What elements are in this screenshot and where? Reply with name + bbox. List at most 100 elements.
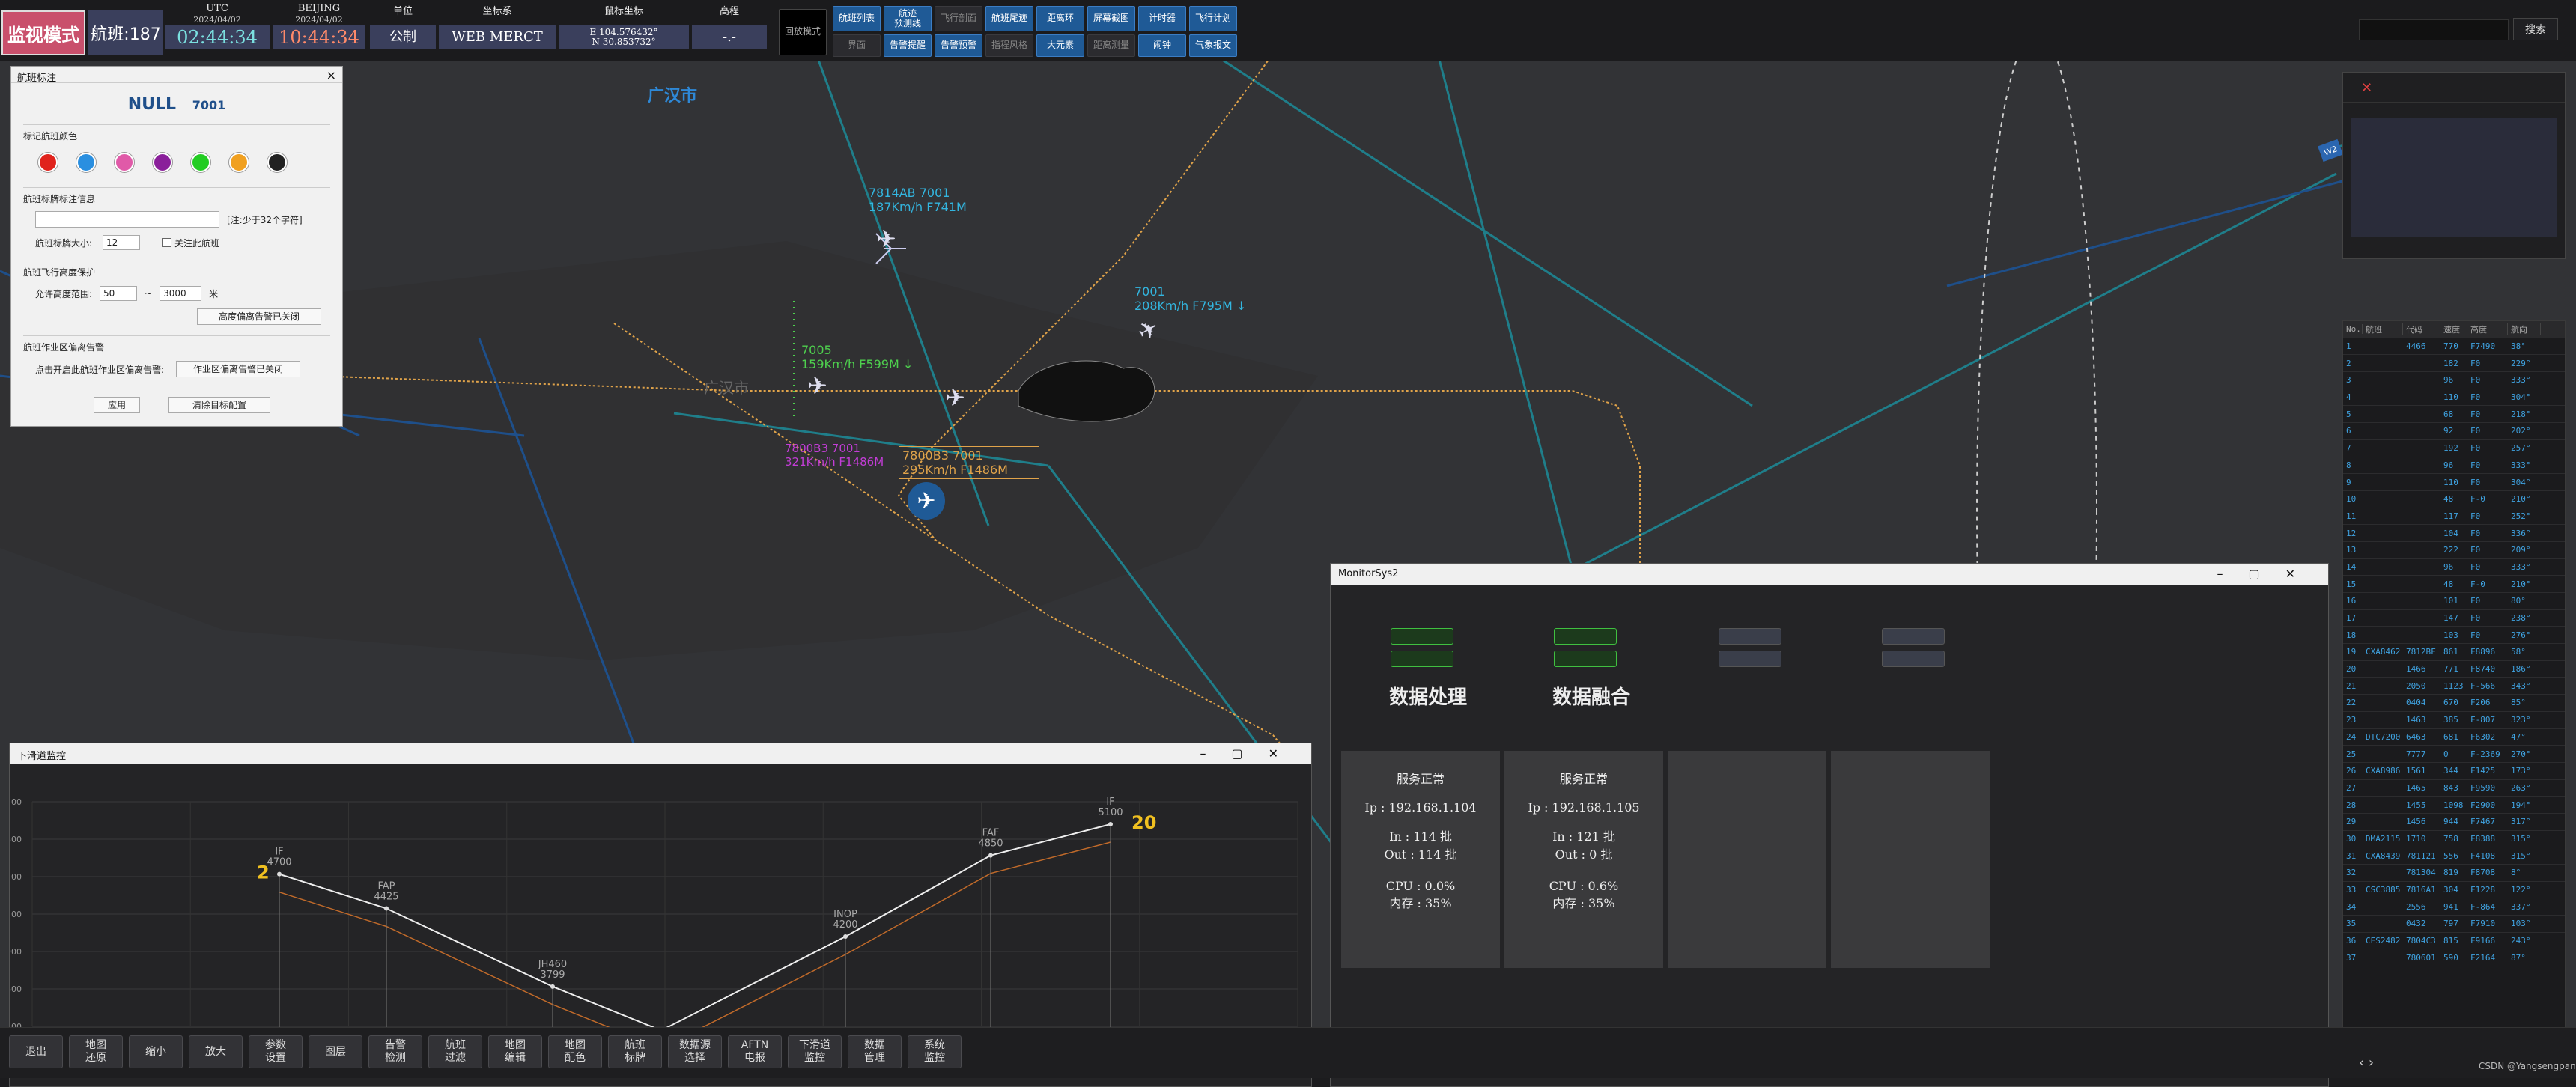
list-row[interactable]: 10 48 F-0 210° (2343, 491, 2565, 508)
list-row[interactable]: 34 2556 941 F-864 337° (2343, 898, 2565, 916)
toolbar-button[interactable]: 界面 (833, 34, 881, 57)
list-row[interactable]: 15 48 F-0 210° (2343, 576, 2565, 593)
list-row[interactable]: 22 0404 670 F206 85° (2343, 695, 2565, 712)
window-controls[interactable]: –▢✕ (2217, 567, 2321, 581)
list-row[interactable]: 3 96 F0 333° (2343, 372, 2565, 389)
list-row[interactable]: 6 92 F0 202° (2343, 423, 2565, 440)
bottom-button[interactable]: 数据源 选择 (668, 1035, 722, 1068)
search-button[interactable]: 搜索 (2513, 18, 2558, 40)
bottom-button[interactable]: 放大 (189, 1035, 243, 1068)
flight-list[interactable]: No. 航班 代码 速度 高度 航向 1 4466 770 F7490 38° 2 182 F0 229° 3… (2342, 320, 2566, 1069)
toolbar-button[interactable]: 距离环 (1036, 6, 1084, 31)
focus-checkbox[interactable] (162, 238, 172, 247)
fix-point[interactable] (843, 934, 848, 939)
label-text-input[interactable] (35, 211, 219, 228)
fix-point[interactable] (277, 871, 282, 877)
list-row[interactable]: 35 0432 797 F7910 103° (2343, 916, 2565, 933)
mode-indicator[interactable]: 监视模式 (1, 10, 85, 55)
clear-config-button[interactable]: 清除目标配置 (168, 397, 270, 413)
track-label[interactable]: 7814AB 7001 187Km/h F741M (869, 186, 967, 214)
toolbar-button[interactable]: 计时器 (1138, 6, 1186, 31)
list-row[interactable]: 8 96 F0 333° (2343, 457, 2565, 475)
toolbar-button[interactable]: 闹钟 (1138, 34, 1186, 57)
close-icon[interactable]: × (326, 68, 336, 82)
bottom-button[interactable]: 地图 还原 (69, 1035, 123, 1068)
aircraft-icon[interactable]: ✈ (807, 371, 827, 400)
list-header-cell[interactable]: 航班 (2363, 323, 2403, 335)
nav-arrows[interactable]: ‹ › (2359, 1055, 2374, 1071)
color-swatch[interactable] (115, 153, 134, 172)
unit-selector[interactable]: 单位 公制 (370, 3, 436, 49)
aircraft-icon[interactable]: ✈ (945, 383, 965, 412)
color-swatch[interactable] (229, 153, 249, 172)
color-swatch[interactable] (267, 153, 287, 172)
search-input[interactable] (2359, 19, 2509, 40)
max-alt-input[interactable]: 3000 (160, 286, 202, 301)
list-header-cell[interactable]: No. (2343, 324, 2363, 335)
track-label[interactable]: 7005 159Km/h F599M ↓ (801, 343, 913, 371)
list-row[interactable]: 7 192 F0 257° (2343, 440, 2565, 457)
altitude-alert-button[interactable]: 高度偏离告警已关闭 (197, 308, 321, 325)
list-row[interactable]: 14 96 F0 333° (2343, 559, 2565, 576)
toolbar-button[interactable]: 航班尾迹 (985, 6, 1033, 31)
bottom-button[interactable]: 图层 (309, 1035, 362, 1068)
bottom-button[interactable]: 地图 编辑 (488, 1035, 542, 1068)
toolbar-button[interactable]: 气象报文 (1189, 34, 1237, 57)
bottom-button[interactable]: 系统 监控 (908, 1035, 962, 1068)
radar-map[interactable]: 广汉市 广汉市 W2 7814AB 7001 187Km/h F741M ✈ 70… (0, 61, 2576, 1087)
color-swatch[interactable] (38, 153, 58, 172)
list-row[interactable]: 25 7777 0 F-2369 270° (2343, 746, 2565, 763)
list-row[interactable]: 36 CES2482 7804C3 815 F9166 243° (2343, 933, 2565, 950)
fix-point[interactable] (988, 853, 993, 858)
list-header-cell[interactable]: 高度 (2467, 323, 2508, 335)
color-swatch[interactable] (191, 153, 210, 172)
bottom-button[interactable]: AFTN 电报 (728, 1035, 782, 1068)
list-row[interactable]: 24 DTC7200 6463 681 F6302 47° (2343, 729, 2565, 746)
track-label[interactable]: 7001 208Km/h F795M ↓ (1134, 284, 1246, 313)
list-header-cell[interactable]: 速度 (2440, 323, 2467, 335)
close-icon[interactable]: ✕ (2343, 73, 2565, 103)
list-row[interactable]: 29 1456 944 F7467 317° (2343, 814, 2565, 831)
list-row[interactable]: 23 1463 385 F-807 323° (2343, 712, 2565, 729)
list-row[interactable]: 18 103 F0 276° (2343, 627, 2565, 645)
list-row[interactable]: 27 1465 843 F9590 263° (2343, 780, 2565, 797)
toolbar-button[interactable]: 航迹 预测线 (884, 6, 932, 31)
list-row[interactable]: 31 CXA8439 781121 556 F4108 315° (2343, 847, 2565, 865)
list-row[interactable]: 19 CXA8462 7812BF 861 F8896 58° (2343, 644, 2565, 661)
fix-point[interactable] (384, 906, 389, 911)
list-row[interactable]: 37 780601 590 F2164 87° (2343, 949, 2565, 967)
track-label[interactable]: 7800B3 7001 321Km/h F1486M (785, 442, 884, 469)
toolbar-button[interactable]: 告警提醒 (884, 34, 932, 57)
apply-button[interactable]: 应用 (94, 397, 140, 413)
list-row[interactable]: 9 110 F0 304° (2343, 474, 2565, 491)
fix-point[interactable] (1108, 822, 1113, 826)
playback-mode-button[interactable]: 回放模式 (779, 9, 827, 55)
list-row[interactable]: 17 147 F0 238° (2343, 610, 2565, 627)
toolbar-button[interactable]: 大元素 (1036, 34, 1084, 57)
list-row[interactable]: 26 CXA8986 1561 344 F1425 173° (2343, 763, 2565, 780)
color-swatch[interactable] (153, 153, 172, 172)
aircraft-icon[interactable]: ✈ (876, 225, 896, 253)
size-input[interactable]: 12 (103, 235, 141, 250)
bottom-button[interactable]: 下滑道 监控 (788, 1035, 842, 1068)
toolbar-button[interactable]: 飞行剖面 (935, 6, 982, 31)
list-row[interactable]: 5 68 F0 218° (2343, 406, 2565, 424)
list-row[interactable]: 12 104 F0 336° (2343, 525, 2565, 542)
list-row[interactable]: 4 110 F0 304° (2343, 389, 2565, 407)
bottom-button[interactable]: 告警 检测 (368, 1035, 422, 1068)
window-controls[interactable]: –▢✕ (1200, 746, 1304, 761)
bottom-button[interactable]: 地图 配色 (548, 1035, 602, 1068)
toolbar-button[interactable]: 航班列表 (833, 6, 881, 31)
list-row[interactable]: 20 1466 771 F8740 186° (2343, 661, 2565, 678)
toolbar-button[interactable]: 距离测量 (1087, 34, 1135, 57)
list-row[interactable]: 28 1455 1098 F2900 194° (2343, 797, 2565, 814)
list-row[interactable]: 33 CSC3885 7816A1 304 F1228 122° (2343, 882, 2565, 899)
bottom-button[interactable]: 缩小 (129, 1035, 183, 1068)
list-row[interactable]: 21 2050 1123 F-566 343° (2343, 678, 2565, 695)
color-swatch[interactable] (76, 153, 96, 172)
bottom-button[interactable]: 参数 设置 (249, 1035, 303, 1068)
toolbar-button[interactable]: 告警预警 (935, 34, 982, 57)
list-row[interactable]: 32 781304 819 F8708 8° (2343, 865, 2565, 882)
toolbar-button[interactable]: 指程风格 (985, 34, 1033, 57)
list-row[interactable]: 16 101 F0 80° (2343, 593, 2565, 610)
